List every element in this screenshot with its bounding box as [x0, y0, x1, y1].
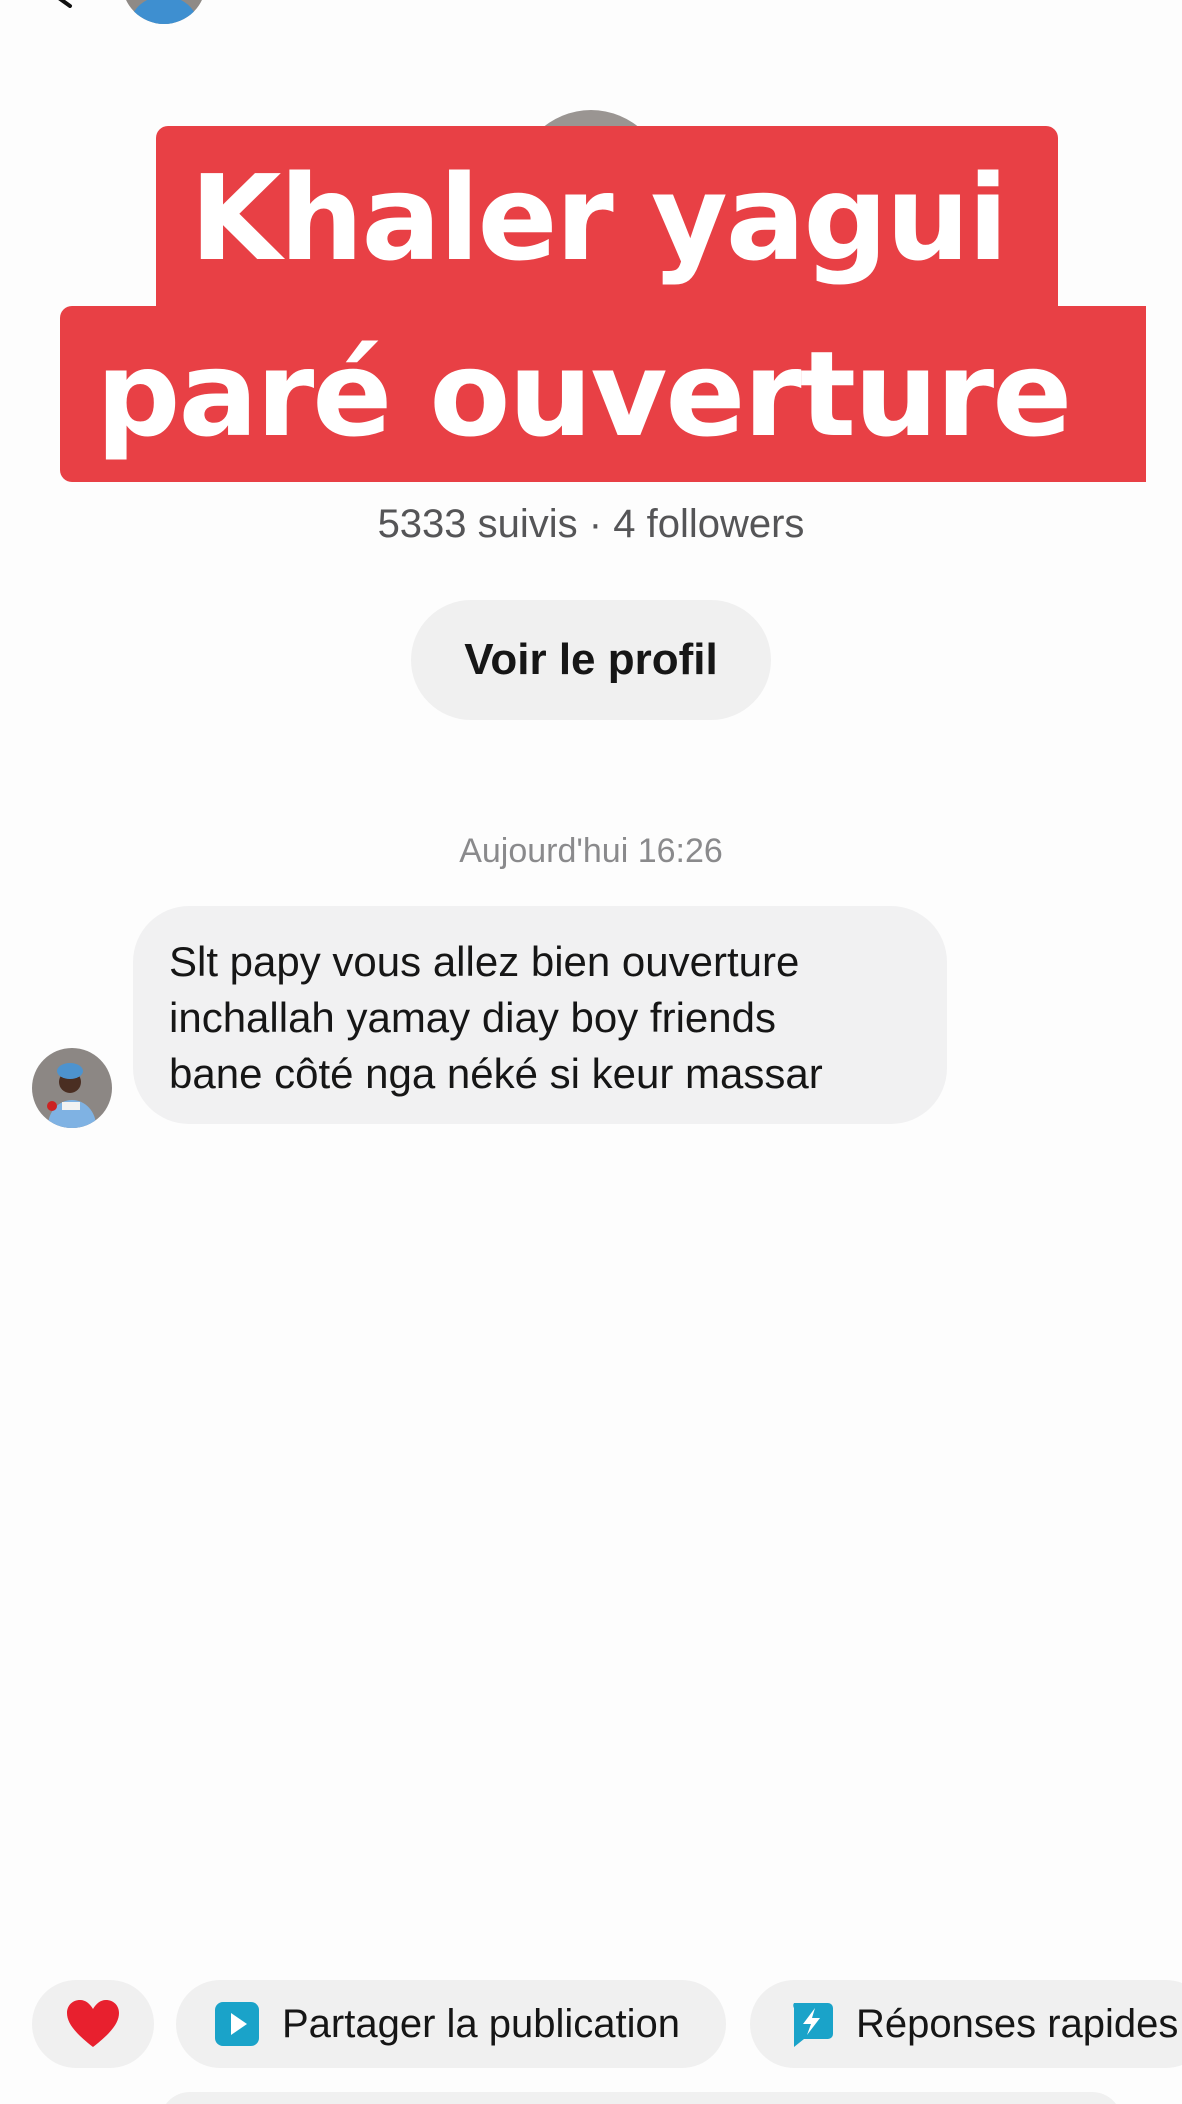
heart-reaction-button[interactable]: [32, 1980, 154, 2068]
share-post-label: Partager la publication: [282, 2001, 681, 2046]
back-chevron-icon[interactable]: [50, 0, 76, 8]
incoming-message-bubble[interactable]: Slt papy vous allez bien ouverture incha…: [133, 906, 947, 1124]
share-post-button[interactable]: Partager la publication: [176, 1980, 726, 2068]
play-square-icon: [215, 2002, 259, 2046]
red-heart-icon: [67, 2000, 119, 2047]
message-input-field[interactable]: [160, 2092, 1122, 2104]
chat-screen: Khaler yagui paré ouverture 5333 suivis …: [0, 0, 1182, 2104]
quick-replies-button[interactable]: Réponses rapides: [750, 1980, 1182, 2068]
sender-avatar[interactable]: [32, 1048, 112, 1128]
message-timestamp: Aujourd'hui 16:26: [459, 832, 723, 870]
view-profile-button[interactable]: Voir le profil: [411, 600, 771, 720]
lightning-bubble-icon: [793, 2003, 833, 2047]
profile-stats: 5333 suivis · 4 followers: [377, 502, 805, 546]
caption-line-2: paré ouverture: [60, 306, 1146, 482]
quick-replies-label: Réponses rapides: [856, 2001, 1179, 2046]
header-avatar[interactable]: [122, 0, 206, 24]
caption-line-1: Khaler yagui: [156, 126, 1058, 310]
